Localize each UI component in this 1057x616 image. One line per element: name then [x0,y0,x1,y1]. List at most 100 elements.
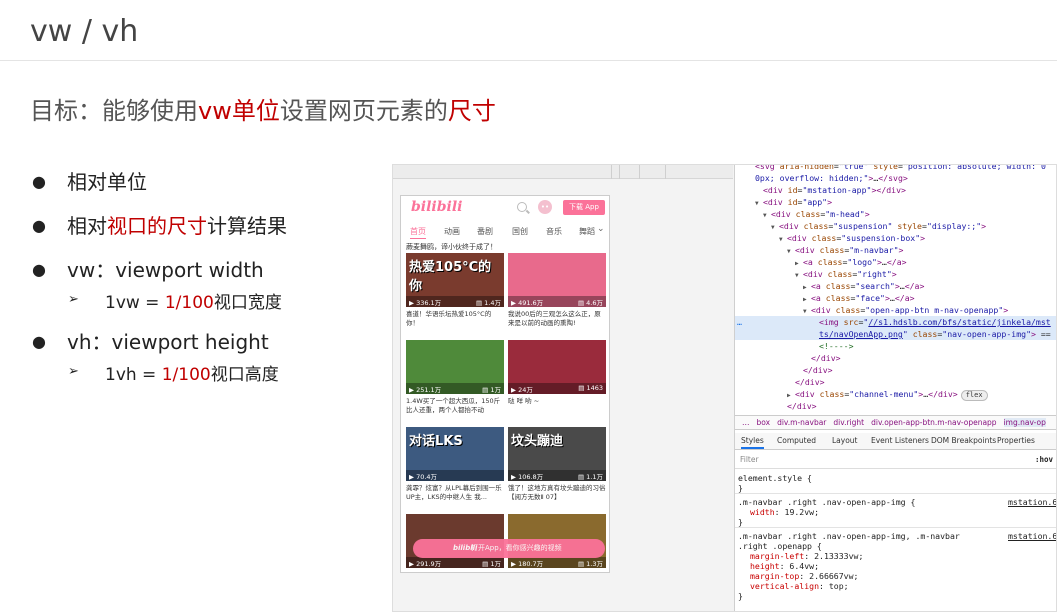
hov-toggle[interactable]: :hov [1035,455,1053,464]
open-app-banner[interactable]: bilibili 打开App，看你感兴趣的视频 [413,539,605,558]
video-title[interactable]: 龚霏？炫富？从LPL幕后到围一乐UP主，LKS的中继人生 我... [406,484,504,504]
breadcrumb-item[interactable]: div.m-navbar [777,418,826,427]
tab-dance[interactable]: 舞蹈 [579,226,595,237]
search-icon[interactable] [517,202,527,212]
css-declaration[interactable]: margin-top: 2.66667vw; [750,571,858,581]
dom-node-line[interactable]: ▶ <a class="logo">…</a> [735,256,1056,268]
dom-node-line[interactable]: </div> [735,352,1056,364]
dom-node-line[interactable]: ▶ <div class="channel-menu">…</div> flex [735,388,1056,401]
dom-node-line[interactable]: ▼ <div class="m-head"> [735,208,1056,220]
open-app-logo: bilibili [453,544,478,552]
dom-node-line[interactable]: ▼ <div class="suspension" style="display:… [735,220,1056,232]
tab-bangumi[interactable]: 番剧 [477,226,493,237]
tab-properties[interactable]: Properties [997,436,1035,445]
stylesheet-link[interactable]: mstation.6 [1008,497,1056,507]
tab-anime[interactable]: 动画 [444,226,460,237]
video-title[interactable]: 哒 咩 哟 ~ [508,397,606,417]
video-card[interactable]: 热爱105°C的你 ▶ 336.1万 ▤ 1.4万喜道！华语乐坛热爱105°C的你！ [406,253,504,330]
sub-text-post: 视口宽度 [213,293,282,313]
avatar[interactable]: •• [538,200,552,214]
breadcrumb-item[interactable]: div.right [833,418,864,427]
video-card[interactable]: 对话LKS ▶ 70.4万龚霏？炫富？从LPL幕后到围一乐UP主，LKS的中继人生… [406,427,504,504]
tab-home[interactable]: 首页 [410,226,426,239]
video-title[interactable]: 喜道！华语乐坛热爱105°C的你！ [406,310,504,330]
video-title[interactable]: 1.4W买了一个超大西瓜，150斤比人还重，两个人都抬不动 [406,397,504,417]
dom-node-line[interactable]: </div> [735,412,1056,413]
play-count: ▶ 291.9万 [409,560,442,568]
dom-node-line[interactable]: ▶ <a class="face">…</a> [735,292,1056,304]
bullet-dot: ● [32,260,46,279]
video-thumbnail[interactable]: ▶ 251.1万 ▤ 1万 [406,340,504,394]
css-selector[interactable]: element.style { [738,473,812,483]
css-selector[interactable]: .right .openapp { [738,541,822,551]
css-declaration[interactable]: vertical-align: top; [750,581,849,591]
video-card[interactable]: ▶ 491.6万 ▤ 4.6万我说00后的三观怎么这么正，原来是以前的动画的熏陶! [508,253,606,330]
dom-node-line[interactable]: ▼ <div id="app"> [735,196,1056,208]
m-navbar: bilibili •• 下载 App [401,196,609,224]
dom-node-line[interactable]: ▶ <a class="search">…</a> [735,280,1056,292]
video-thumbnail[interactable]: ▶ 491.6万 ▤ 4.6万 [508,253,606,307]
bilibili-logo[interactable]: bilibili [411,199,463,215]
tab-event-listeners[interactable]: Event Listeners [871,436,929,445]
node-menu-dots[interactable]: … [737,316,742,328]
comment-count: ▤ 1.4万 [475,299,501,307]
video-card[interactable]: ▶ 24万 ▤ 1463 哒 咩 哟 ~ [508,340,606,417]
stylesheet-link[interactable]: mstation.6 [1008,531,1056,541]
video-thumbnail[interactable]: 对话LKS ▶ 70.4万 [406,427,504,481]
play-count: ▶ 251.1万 [409,386,442,394]
video-title[interactable] [406,571,504,572]
breadcrumb-item[interactable]: div.open-app-btn.m-nav-openapp [871,418,996,427]
arrow-icon: ➢ [68,364,79,379]
dom-node-line[interactable]: ▼ <div class="m-navbar"> [735,244,1056,256]
tab-guochuang[interactable]: 国创 [512,226,528,237]
video-card[interactable]: ▶ 251.1万 ▤ 1万 1.4W买了一个超大西瓜，150斤比人还重，两个人都抬不… [406,340,504,417]
tab-dom-breakpoints[interactable]: DOM Breakpoints [931,436,996,445]
css-declaration[interactable]: width: 19.2vw; [750,507,819,517]
dom-node-line[interactable]: 0px; overflow: hidden;">…</svg> [735,172,1056,184]
video-stats: ▶ 70.4万 [406,470,504,481]
video-title[interactable]: 饿了！这地方真有坟头蹦迪的习俗【阅方无数Ⅱ 07】 [508,484,606,504]
filter-input[interactable]: Filter [740,455,759,464]
dom-node-line[interactable]: ▼ <div class="right"> [735,268,1056,280]
css-selector[interactable]: .m-navbar .right .nav-open-app-img { [738,497,915,507]
dom-node-line[interactable]: </div> [735,400,1056,412]
video-thumbnail[interactable]: 热爱105°C的你 ▶ 336.1万 ▤ 1.4万 [406,253,504,307]
css-selector[interactable]: .m-navbar .right .nav-open-app-img, .m-n… [738,531,960,541]
dom-node-line[interactable]: ▼ <div class="open-app-btn m-nav-openapp"… [735,304,1056,316]
breadcrumb-item[interactable]: img.nav-op [1003,418,1046,427]
css-declaration[interactable]: margin-left: 2.13333vw; [750,551,863,561]
styles-filter[interactable]: Filter :hov [735,451,1056,469]
rule-close-brace: } [738,483,743,493]
chevron-down-icon[interactable]: ⌄ [597,224,605,234]
download-app-button[interactable]: 下载 App [563,200,605,215]
elements-tree[interactable]: <svg aria-hidden="true" style="position:… [735,165,1056,413]
open-app-text: 打开App，看你感兴趣的视频 [471,544,562,552]
dom-node-line[interactable]: </div> [735,376,1056,388]
video-title[interactable]: 我说00后的三观怎么这么正，原来是以前的动画的熏陶! [508,310,606,330]
dom-node-line[interactable]: </div> [735,364,1056,376]
bullet-text: 相对单位 [67,170,147,194]
dom-node-line[interactable]: <!----> [735,340,1056,352]
dom-node-line[interactable]: <div id="mstation-app"></div> [735,184,1056,196]
tab-layout[interactable]: Layout [832,436,858,445]
tab-styles[interactable]: Styles [741,436,764,449]
tab-computed[interactable]: Computed [777,436,816,445]
play-count: ▶ 491.6万 [511,299,544,307]
bullet-dot: ● [32,332,46,351]
video-card[interactable]: 坟头蹦迪 ▶ 106.8万 ▤ 1.1万饿了！这地方真有坟头蹦迪的习俗【阅方无数Ⅱ … [508,427,606,504]
tab-music[interactable]: 音乐 [546,226,562,237]
css-declaration[interactable]: height: 6.4vw; [750,561,819,571]
video-title[interactable] [508,571,606,572]
dom-node-line[interactable]: <svg aria-hidden="true" style="position:… [735,165,1056,172]
dom-node-line[interactable]: ts/navOpenApp.png" class="nav-open-app-i… [735,328,1056,340]
goal-prefix: 目标：能够使用 [30,97,198,125]
bullet-text: vw：viewport width [67,258,264,282]
video-thumbnail[interactable]: 坟头蹦迪 ▶ 106.8万 ▤ 1.1万 [508,427,606,481]
comment-count: ▤ 1463 [578,384,603,392]
breadcrumb-item[interactable]: … [742,418,750,427]
dom-node-line[interactable]: ▼ <div class="suspension-box"> [735,232,1056,244]
video-thumbnail[interactable]: ▶ 24万 ▤ 1463 [508,340,606,394]
breadcrumb-item[interactable]: box [757,418,771,427]
dom-node-line[interactable]: <img src="//s1.hdslb.com/bfs/static/jink… [735,316,1056,328]
video-stats: ▶ 491.6万 ▤ 4.6万 [508,296,606,307]
